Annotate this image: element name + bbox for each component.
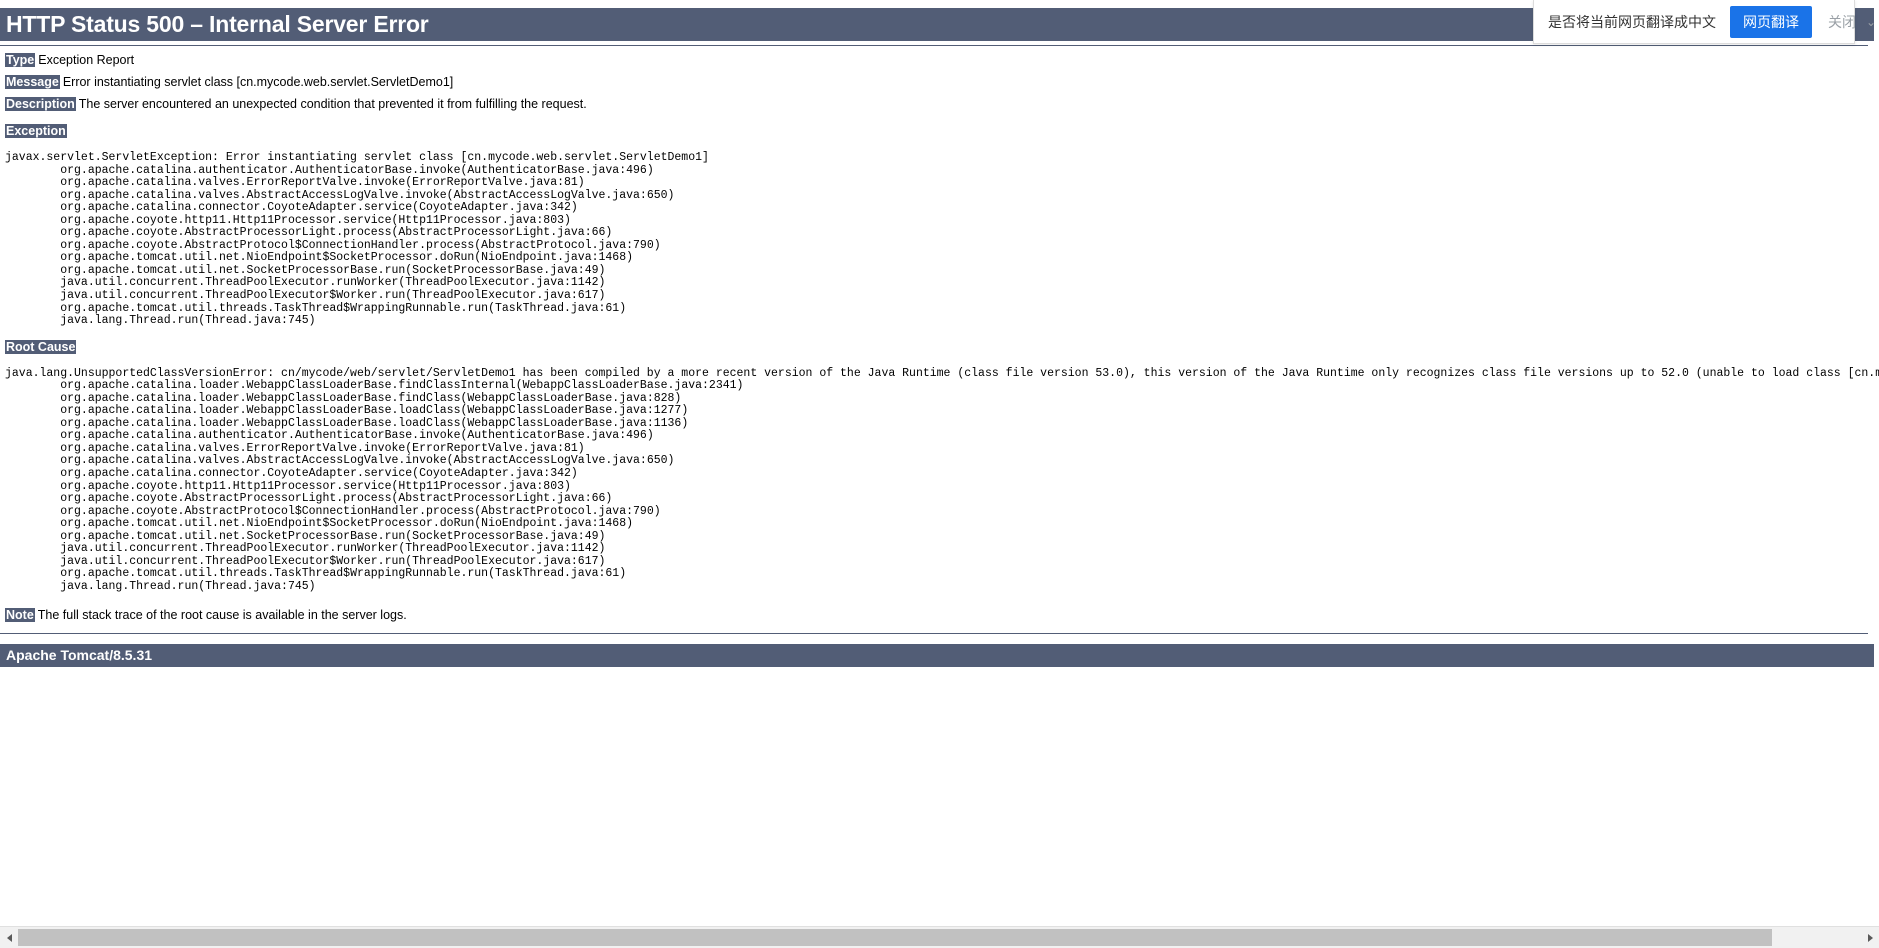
exception-label: Exception xyxy=(5,124,67,138)
header-divider xyxy=(0,45,1868,46)
horizontal-scrollbar[interactable] xyxy=(0,926,1879,948)
server-version-footer: Apache Tomcat/8.5.31 xyxy=(0,643,1874,667)
message-label: Message xyxy=(5,75,60,89)
root-cause-label: Root Cause xyxy=(5,339,77,354)
note-value: The full stack trace of the root cause i… xyxy=(37,607,407,622)
exception-stack-trace: javax.servlet.ServletException: Error in… xyxy=(5,151,709,328)
translate-page-button[interactable]: 网页翻译 xyxy=(1730,5,1812,38)
message-row: Message Error instantiating servlet class… xyxy=(5,75,1879,90)
page-viewport: HTTP Status 500 – Internal Server Error … xyxy=(0,0,1879,926)
note-row: Note The full stack trace of the root cau… xyxy=(5,607,1879,623)
scroll-right-arrow-icon[interactable] xyxy=(1861,927,1879,948)
description-label: Description xyxy=(5,97,76,111)
triangle-right-icon xyxy=(1867,933,1873,942)
type-row: Type Exception Report xyxy=(5,53,1879,68)
note-label: Note xyxy=(5,607,35,622)
translate-prompt-text: 是否将当前网页翻译成中文 xyxy=(1548,13,1716,30)
description-row: Description The server encountered an une… xyxy=(5,97,1879,112)
translate-prompt-popup: 是否将当前网页翻译成中文 网页翻译 关闭 ⌄ xyxy=(1533,0,1876,44)
exception-section-heading: Exception xyxy=(5,124,1879,139)
root-cause-stack-trace: java.lang.UnsupportedClassVersionError: … xyxy=(5,366,1879,593)
chevron-down-icon[interactable]: ⌄ xyxy=(1866,16,1876,28)
footer-divider xyxy=(0,632,1868,634)
scrollbar-thumb[interactable] xyxy=(18,929,1772,946)
type-value: Exception Report xyxy=(38,53,135,67)
type-label: Type xyxy=(5,53,36,67)
error-page-content: HTTP Status 500 – Internal Server Error … xyxy=(0,8,1879,667)
root-cause-section-heading: Root Cause xyxy=(5,339,1879,355)
scroll-left-arrow-icon[interactable] xyxy=(0,927,18,948)
description-value: The server encountered an unexpected con… xyxy=(78,97,587,111)
close-translate-button[interactable]: 关闭 xyxy=(1828,12,1856,32)
triangle-left-icon xyxy=(6,933,12,942)
message-value: Error instantiating servlet class [cn.my… xyxy=(62,75,454,89)
